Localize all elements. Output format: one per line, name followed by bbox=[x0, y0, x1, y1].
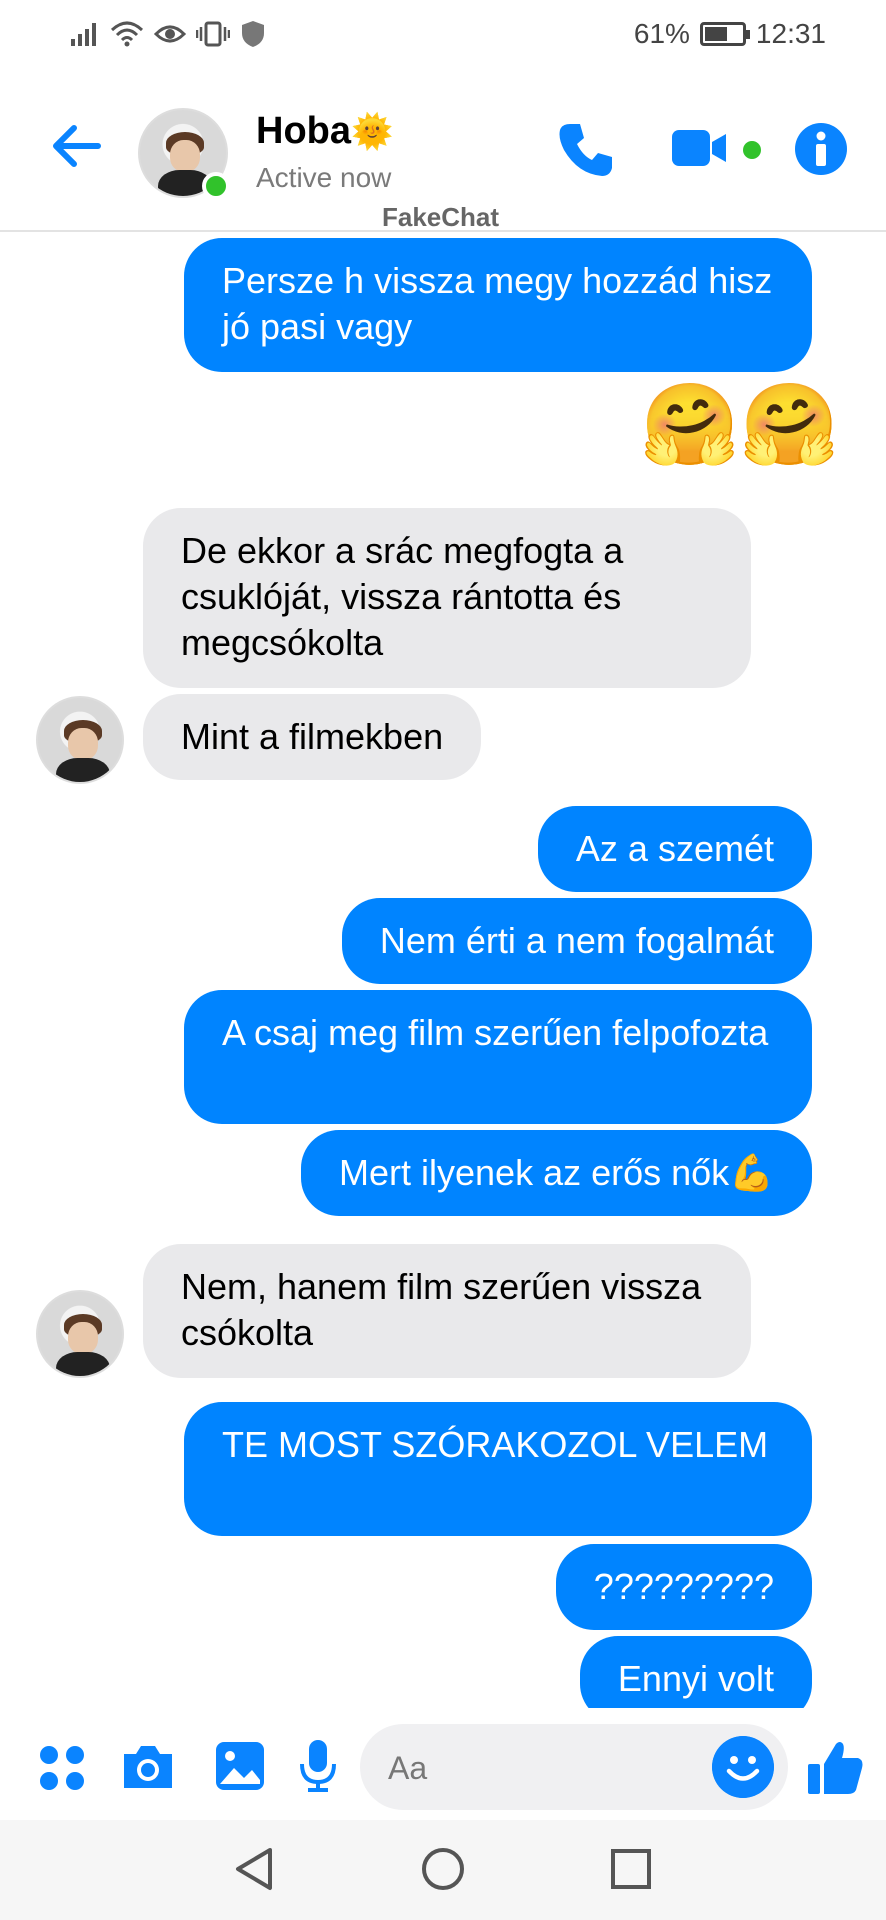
clock: 12:31 bbox=[755, 18, 826, 49]
message-outgoing[interactable]: Persze h vissza megy hozzád hisz jó pasi… bbox=[184, 238, 812, 372]
contact-name[interactable]: Hoba🌞 bbox=[256, 110, 393, 153]
phone-call-icon[interactable] bbox=[556, 120, 616, 180]
message-input[interactable] bbox=[388, 1746, 638, 1790]
nav-home-icon[interactable] bbox=[420, 1846, 466, 1892]
emoji-icon[interactable] bbox=[712, 1736, 774, 1798]
microphone-icon[interactable] bbox=[298, 1738, 338, 1794]
message-outgoing[interactable]: Az a szemét bbox=[537, 806, 812, 892]
sun-emoji: 🌞 bbox=[351, 112, 394, 152]
online-indicator bbox=[202, 172, 230, 200]
apps-icon[interactable] bbox=[38, 1744, 86, 1792]
active-status: Active now bbox=[256, 162, 392, 193]
sender-avatar[interactable] bbox=[36, 696, 124, 784]
thumbs-up-icon[interactable] bbox=[806, 1738, 866, 1798]
camera-icon[interactable] bbox=[120, 1742, 176, 1792]
message-list[interactable]: Persze h vissza megy hozzád hisz jó pasi… bbox=[0, 234, 886, 1708]
chat-header: Hoba🌞 Active now FakeChat bbox=[0, 78, 886, 232]
message-input-box[interactable] bbox=[360, 1724, 788, 1810]
wifi-icon bbox=[110, 21, 144, 47]
message-outgoing[interactable]: Ennyi volt bbox=[579, 1636, 812, 1708]
gallery-icon[interactable] bbox=[214, 1740, 266, 1792]
contact-name-text: Hoba bbox=[256, 110, 351, 152]
system-navigation-bar bbox=[0, 1820, 886, 1920]
message-outgoing[interactable]: Nem érti a nem fogalmát bbox=[341, 898, 812, 984]
message-outgoing[interactable]: Mert ilyenek az erős nők💪 bbox=[301, 1130, 812, 1216]
info-icon[interactable] bbox=[794, 122, 848, 176]
battery-percent: 61% bbox=[633, 18, 690, 49]
message-outgoing[interactable]: TE MOST SZÓRAKOZOL VELEM bbox=[184, 1402, 812, 1536]
status-bar: 61% 12:31 bbox=[0, 0, 886, 78]
message-outgoing[interactable]: A csaj meg film szerűen felpofozta bbox=[184, 990, 812, 1124]
sender-avatar[interactable] bbox=[36, 1290, 124, 1378]
shield-icon bbox=[242, 21, 264, 47]
status-right: 61% 12:31 bbox=[634, 18, 826, 50]
message-composer bbox=[0, 1708, 886, 1820]
vibrate-icon bbox=[196, 21, 230, 47]
nav-back-icon[interactable] bbox=[232, 1846, 276, 1892]
signal-icon bbox=[71, 23, 96, 46]
hug-emoji-message[interactable]: 🤗🤗 bbox=[640, 380, 839, 470]
contact-avatar[interactable] bbox=[138, 108, 230, 200]
message-incoming[interactable]: Mint a filmekben bbox=[143, 694, 482, 780]
watermark: FakeChat bbox=[382, 202, 500, 232]
battery-fill bbox=[704, 27, 727, 41]
battery-icon bbox=[699, 22, 750, 46]
video-call-icon[interactable] bbox=[670, 126, 732, 170]
message-outgoing[interactable]: ????????? bbox=[555, 1544, 812, 1630]
back-arrow-icon[interactable] bbox=[48, 118, 104, 174]
nav-recents-icon[interactable] bbox=[610, 1848, 652, 1890]
eye-icon bbox=[154, 25, 186, 43]
message-incoming[interactable]: De ekkor a srác megfogta a csuklóját, vi… bbox=[143, 508, 751, 688]
message-incoming[interactable]: Nem, hanem film szerűen vissza csókolta bbox=[143, 1244, 751, 1378]
video-active-dot bbox=[743, 141, 761, 159]
status-icons bbox=[70, 20, 266, 48]
